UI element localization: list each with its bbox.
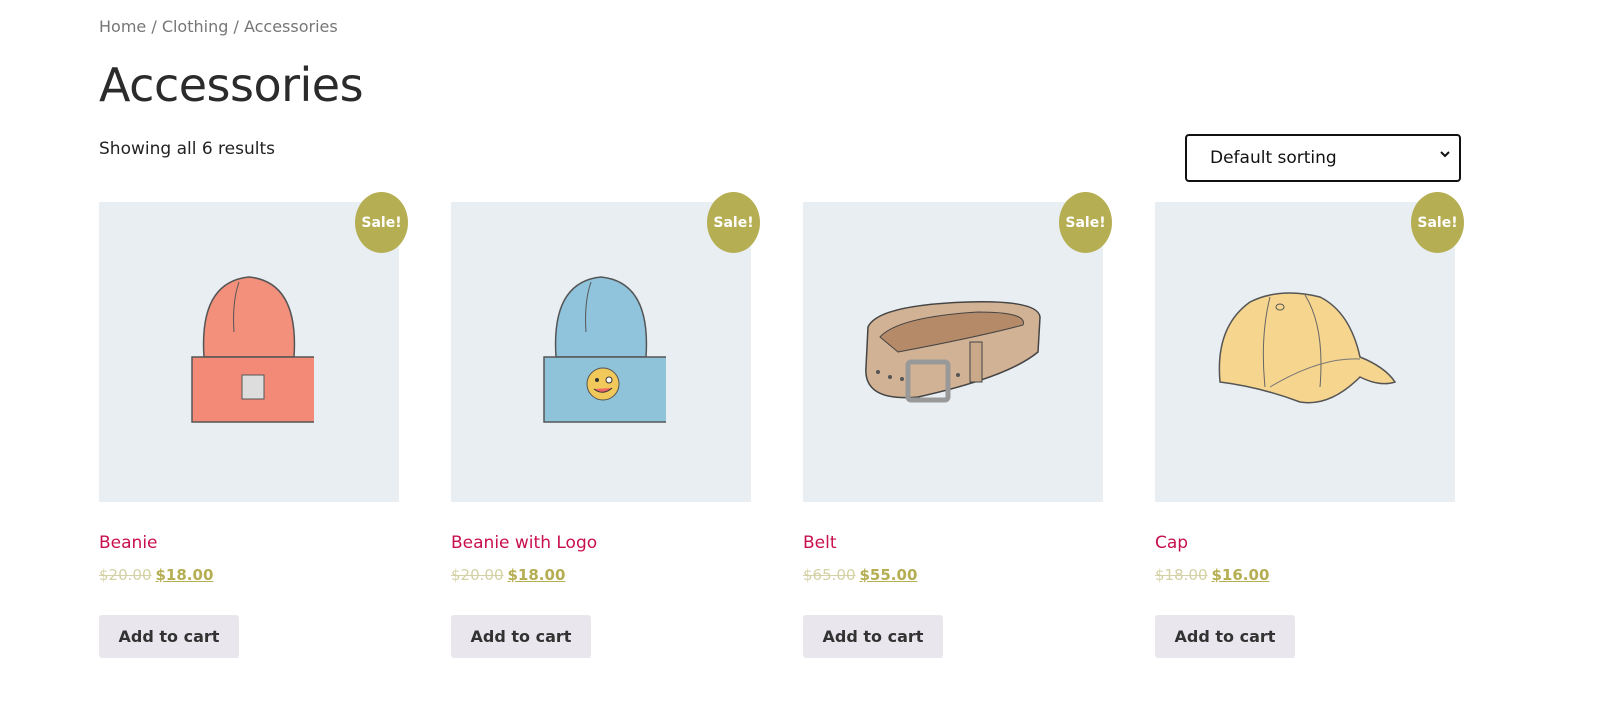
product-title[interactable]: Cap xyxy=(1155,533,1188,553)
add-to-cart-button[interactable]: Add to cart xyxy=(451,615,591,658)
cap-image xyxy=(1218,292,1397,404)
sale-price: $55.00 xyxy=(859,566,918,584)
product-title[interactable]: Belt xyxy=(803,533,837,553)
sorting-selected: Default sorting xyxy=(1210,148,1337,168)
page-title: Accessories xyxy=(99,58,364,112)
product-image[interactable] xyxy=(451,202,751,502)
product-card: Sale! Cap $18.00 $16.00 Add to cart xyxy=(1155,192,1464,658)
product-card: Sale! Beanie $20.00 $18.00 Add to cart xyxy=(99,192,408,658)
sale-badge: Sale! xyxy=(355,192,408,253)
sale-price: $18.00 xyxy=(155,566,214,584)
sorting-select[interactable]: Default sorting xyxy=(1185,134,1461,182)
beanie-image xyxy=(191,276,314,423)
product-title[interactable]: Beanie xyxy=(99,533,158,553)
sale-badge: Sale! xyxy=(1411,192,1464,253)
breadcrumb-current: Accessories xyxy=(243,17,338,36)
product-title[interactable]: Beanie with Logo xyxy=(451,533,597,553)
old-price: $65.00 xyxy=(803,566,856,584)
product-price: $65.00 $55.00 xyxy=(803,566,917,584)
sale-badge: Sale! xyxy=(1059,192,1112,253)
product-image[interactable] xyxy=(99,202,399,502)
product-price: $20.00 $18.00 xyxy=(451,566,565,584)
sale-price: $18.00 xyxy=(507,566,566,584)
product-card: Sale! Beanie with Logo $20.00 $18.00 Add … xyxy=(451,192,760,658)
sale-badge: Sale! xyxy=(707,192,760,253)
breadcrumb-home[interactable]: Home xyxy=(99,17,146,36)
add-to-cart-button[interactable]: Add to cart xyxy=(803,615,943,658)
breadcrumb-separator: / xyxy=(146,17,162,36)
old-price: $20.00 xyxy=(451,566,504,584)
beanie-with-logo-image xyxy=(543,276,666,423)
breadcrumb-separator: / xyxy=(228,17,244,36)
product-price: $20.00 $18.00 xyxy=(99,566,213,584)
product-image[interactable] xyxy=(1155,202,1455,502)
add-to-cart-button[interactable]: Add to cart xyxy=(1155,615,1295,658)
product-price: $18.00 $16.00 xyxy=(1155,566,1269,584)
product-card: Sale! Belt $65.00 $55.00 Add to cart xyxy=(803,192,1112,658)
breadcrumb-clothing[interactable]: Clothing xyxy=(162,17,229,36)
breadcrumb: Home / Clothing / Accessories xyxy=(99,17,338,36)
old-price: $18.00 xyxy=(1155,566,1208,584)
result-count: Showing all 6 results xyxy=(99,139,276,159)
add-to-cart-button[interactable]: Add to cart xyxy=(99,615,239,658)
belt-image xyxy=(865,301,1041,403)
product-image[interactable] xyxy=(803,202,1103,502)
old-price: $20.00 xyxy=(99,566,152,584)
sale-price: $16.00 xyxy=(1211,566,1270,584)
chevron-down-icon xyxy=(1439,148,1451,164)
